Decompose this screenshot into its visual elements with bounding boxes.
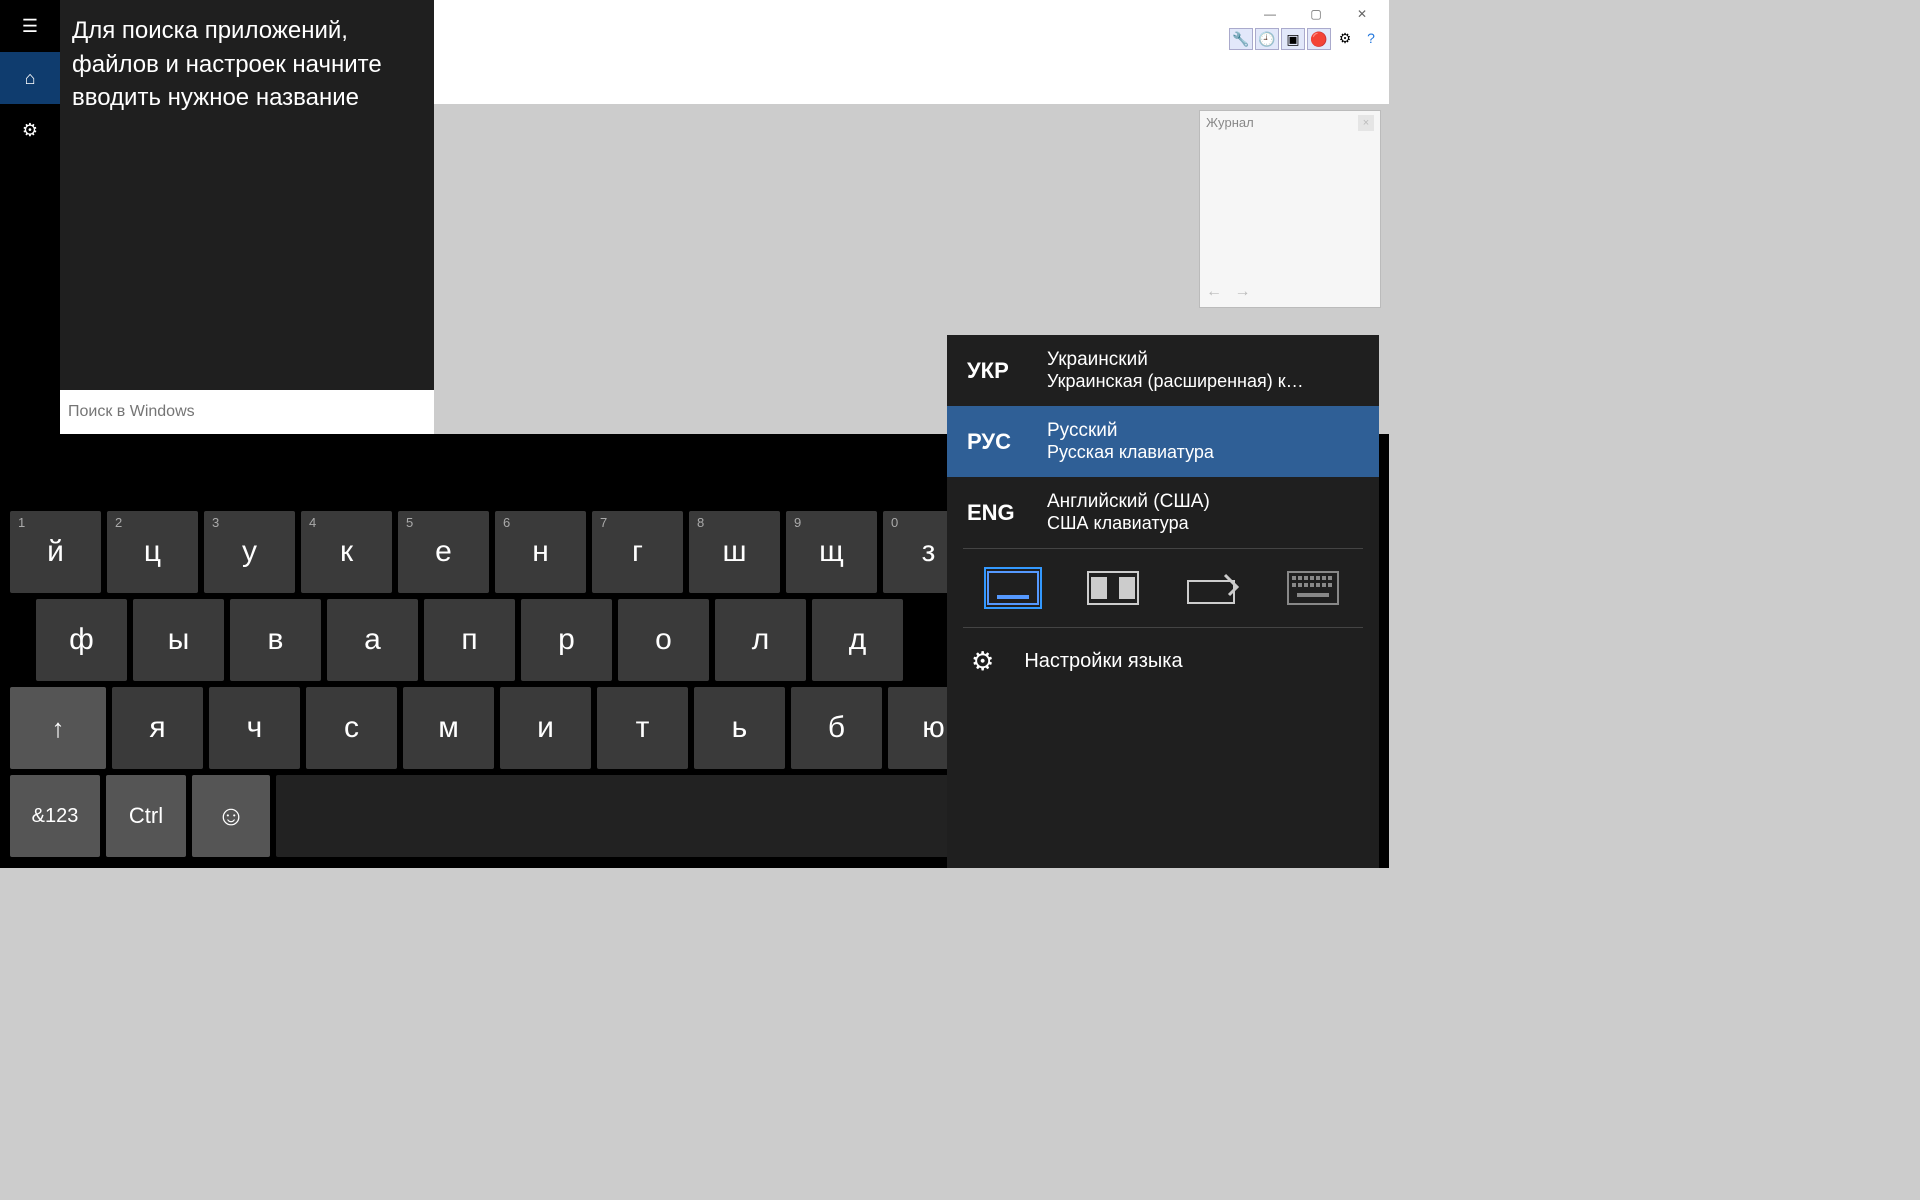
journal-close-button[interactable]: ×	[1358, 115, 1374, 131]
key-й[interactable]: 1й	[10, 511, 101, 593]
minimize-button[interactable]: —	[1247, 0, 1293, 28]
start-search-panel: ☰ ⌂ ⚙ Для поиска приложений, файлов и на…	[0, 0, 434, 434]
gear-icon[interactable]: ⚙	[0, 104, 60, 156]
journal-nav-arrows[interactable]: ← →	[1206, 283, 1254, 301]
language-settings-row[interactable]: ⚙ Настройки языка	[947, 628, 1379, 699]
search-box[interactable]	[60, 390, 434, 434]
maximize-button[interactable]: ▢	[1293, 0, 1339, 28]
journal-panel: Жypнaл × ← →	[1199, 110, 1381, 308]
toolbar-icons: 🔧 🕘 ▣ 🔴 ⚙ ?	[1229, 28, 1383, 50]
layout-split-icon[interactable]	[1086, 569, 1140, 607]
home-icon[interactable]: ⌂	[0, 52, 60, 104]
language-option-укр[interactable]: УКР УкраинскийУкраинская (расширенная) к…	[947, 335, 1379, 406]
key-у[interactable]: 3у	[204, 511, 295, 593]
key-ф[interactable]: ф	[36, 599, 127, 681]
tool-gear-icon[interactable]: ⚙	[1333, 28, 1357, 50]
search-hint-text: Для поиска приложений, файлов и настроек…	[60, 0, 434, 115]
language-code: РУС	[967, 429, 1023, 455]
layout-standard-icon[interactable]	[986, 569, 1040, 607]
language-desc: УкраинскийУкраинская (расширенная) к…	[1047, 349, 1304, 392]
key-я[interactable]: я	[112, 687, 203, 769]
symbols-key[interactable]: &123	[10, 775, 100, 857]
key-н[interactable]: 6н	[495, 511, 586, 593]
tool-clock-icon[interactable]: 🕘	[1255, 28, 1279, 50]
shift-key[interactable]: ↑	[10, 687, 106, 769]
emoji-key[interactable]: ☺	[192, 775, 270, 857]
key-м[interactable]: м	[403, 687, 494, 769]
key-ч[interactable]: ч	[209, 687, 300, 769]
key-р[interactable]: р	[521, 599, 612, 681]
key-и[interactable]: и	[500, 687, 591, 769]
key-д[interactable]: д	[812, 599, 903, 681]
layout-handwriting-icon[interactable]	[1186, 569, 1240, 607]
key-а[interactable]: а	[327, 599, 418, 681]
key-ш[interactable]: 8ш	[689, 511, 780, 593]
key-к[interactable]: 4к	[301, 511, 392, 593]
key-о[interactable]: о	[618, 599, 709, 681]
close-button[interactable]: ✕	[1339, 0, 1385, 28]
language-desc: Английский (США)США клавиатура	[1047, 491, 1210, 534]
ctrl-key[interactable]: Ctrl	[106, 775, 186, 857]
key-ь[interactable]: ь	[694, 687, 785, 769]
search-input[interactable]	[68, 403, 426, 421]
language-code: УКР	[967, 358, 1023, 384]
key-г[interactable]: 7г	[592, 511, 683, 593]
gear-icon: ⚙	[971, 646, 994, 677]
language-option-eng[interactable]: ENG Английский (США)США клавиатура	[947, 477, 1379, 548]
language-option-рус[interactable]: РУС РусскийРусская клавиатура	[947, 406, 1379, 477]
tool-color-icon[interactable]: 🔴	[1307, 28, 1331, 50]
journal-title: Жypнaл	[1206, 115, 1254, 131]
language-picker: УКР УкраинскийУкраинская (расширенная) к……	[947, 335, 1379, 868]
key-в[interactable]: в	[230, 599, 321, 681]
key-щ[interactable]: 9щ	[786, 511, 877, 593]
layout-full-icon[interactable]	[1286, 569, 1340, 607]
hamburger-icon[interactable]: ☰	[0, 0, 60, 52]
key-л[interactable]: л	[715, 599, 806, 681]
key-ы[interactable]: ы	[133, 599, 224, 681]
tool-wand-icon[interactable]: 🔧	[1229, 28, 1253, 50]
start-rail: ☰ ⌂ ⚙	[0, 0, 60, 434]
language-code: ENG	[967, 500, 1023, 526]
key-б[interactable]: б	[791, 687, 882, 769]
key-п[interactable]: п	[424, 599, 515, 681]
key-с[interactable]: с	[306, 687, 397, 769]
key-т[interactable]: т	[597, 687, 688, 769]
tool-window-icon[interactable]: ▣	[1281, 28, 1305, 50]
language-settings-label: Настройки языка	[1024, 650, 1182, 673]
tool-help-icon[interactable]: ?	[1359, 28, 1383, 50]
key-ц[interactable]: 2ц	[107, 511, 198, 593]
language-desc: РусскийРусская клавиатура	[1047, 420, 1214, 463]
key-е[interactable]: 5е	[398, 511, 489, 593]
keyboard-layout-row	[947, 549, 1379, 627]
